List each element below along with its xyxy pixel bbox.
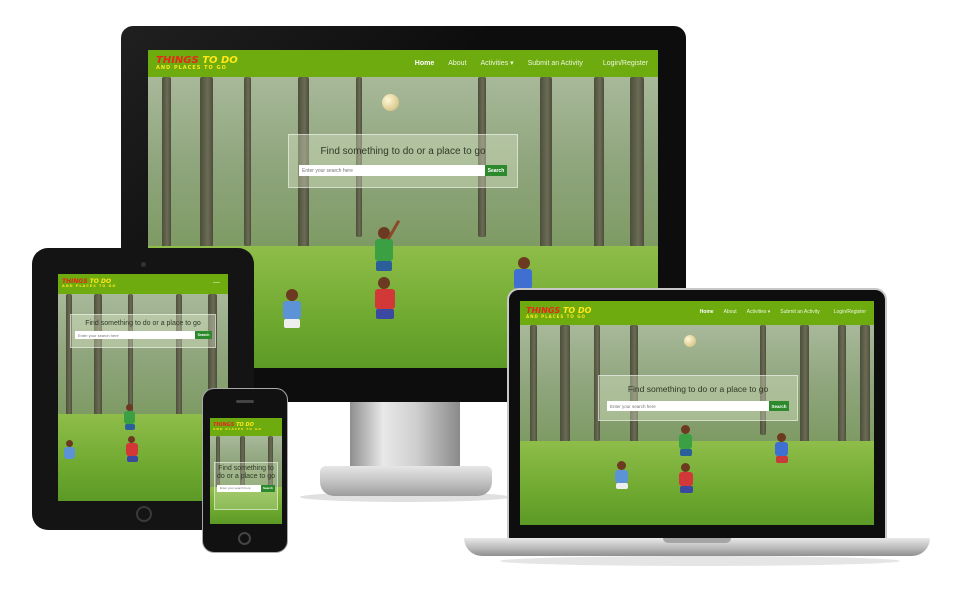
laptop-website: THINGS TO DO AND PLACES TO GO Home About… <box>520 301 874 525</box>
search-input[interactable] <box>299 165 485 176</box>
hamburger-menu-icon[interactable]: — <box>213 279 220 286</box>
nav-activities-label: Activities <box>746 309 767 315</box>
nav-login-register[interactable]: Login/Register <box>603 60 648 67</box>
search-input[interactable] <box>607 401 769 411</box>
search-button[interactable]: Search <box>195 331 212 339</box>
navbar: THINGS TO DO AND PLACES TO GO Home About… <box>148 50 658 77</box>
hero-search-panel: Find something to do or a place to go Se… <box>214 462 278 510</box>
phone-website: THINGS TO DO AND PLACES TO GO Find somet… <box>210 418 282 524</box>
phone-home-button <box>238 532 251 545</box>
search-button[interactable]: Search <box>485 165 507 176</box>
logo[interactable]: THINGS TO DO AND PLACES TO GO <box>526 307 591 319</box>
kid-figure <box>676 463 700 507</box>
nav-submit-activity[interactable]: Submit an Activity <box>780 309 819 315</box>
navbar: THINGS TO DO AND PLACES TO GO Home About… <box>520 301 874 325</box>
hero-title: Find something to do or a place to go <box>627 384 769 394</box>
caret-down-icon: ▾ <box>767 309 771 315</box>
kid-figure <box>370 277 404 341</box>
nav-home[interactable]: Home <box>700 309 714 315</box>
tablet-home-button <box>136 506 152 522</box>
logo-tagline: AND PLACES TO GO <box>213 427 262 431</box>
monitor-stand-base <box>320 466 492 496</box>
navbar: THINGS TO DO AND PLACES TO GO — <box>58 274 228 294</box>
kid-figure <box>772 433 794 475</box>
kid-figure <box>62 440 80 476</box>
logo-tagline: AND PLACES TO GO <box>62 284 117 289</box>
hero-search-panel: Find something to do or a place to go Se… <box>70 314 216 348</box>
nav-activities-label: Activities <box>480 60 509 67</box>
hero-search-panel: Find something to do or a place to go Se… <box>288 134 518 188</box>
nav-submit-activity[interactable]: Submit an Activity <box>528 60 583 67</box>
logo[interactable]: THINGS TO DO AND PLACES TO GO <box>62 279 116 289</box>
kid-figure <box>124 436 144 476</box>
hero-title: Find something to do or a place to go <box>217 465 275 481</box>
hero-title: Find something to do or a place to go <box>320 146 486 157</box>
search-input[interactable] <box>217 484 261 492</box>
tablet-camera <box>141 262 146 267</box>
logo-tagline: AND PLACES TO GO <box>156 65 227 71</box>
laptop-shadow <box>500 556 900 566</box>
logo[interactable]: THINGS TO DO AND PLACES TO GO <box>213 423 262 431</box>
navbar: THINGS TO DO AND PLACES TO GO <box>210 418 282 436</box>
hero-title: Find something to do or a place to go <box>85 320 201 327</box>
search-input[interactable] <box>75 331 195 339</box>
nav-activities[interactable]: Activities ▾ <box>747 309 771 315</box>
nav-about[interactable]: About <box>724 309 737 315</box>
search-button[interactable]: Search <box>261 484 275 492</box>
ball <box>382 94 399 111</box>
logo-tagline: AND PLACES TO GO <box>526 314 586 319</box>
hero-search-panel: Find something to do or a place to go Se… <box>598 375 798 421</box>
search-button[interactable]: Search <box>769 401 789 411</box>
laptop-notch <box>663 538 731 543</box>
nav-login-register[interactable]: Login/Register <box>834 309 866 315</box>
kid-figure <box>612 461 634 503</box>
kid-figure <box>278 289 308 349</box>
logo[interactable]: THINGS TO DO AND PLACES TO GO <box>156 56 238 71</box>
nav-home[interactable]: Home <box>415 60 434 67</box>
ball <box>684 335 696 347</box>
monitor-stand <box>350 400 460 470</box>
phone-speaker <box>236 400 254 403</box>
nav-about[interactable]: About <box>448 60 466 67</box>
caret-down-icon: ▾ <box>510 60 514 67</box>
nav-activities[interactable]: Activities ▾ <box>481 59 514 67</box>
